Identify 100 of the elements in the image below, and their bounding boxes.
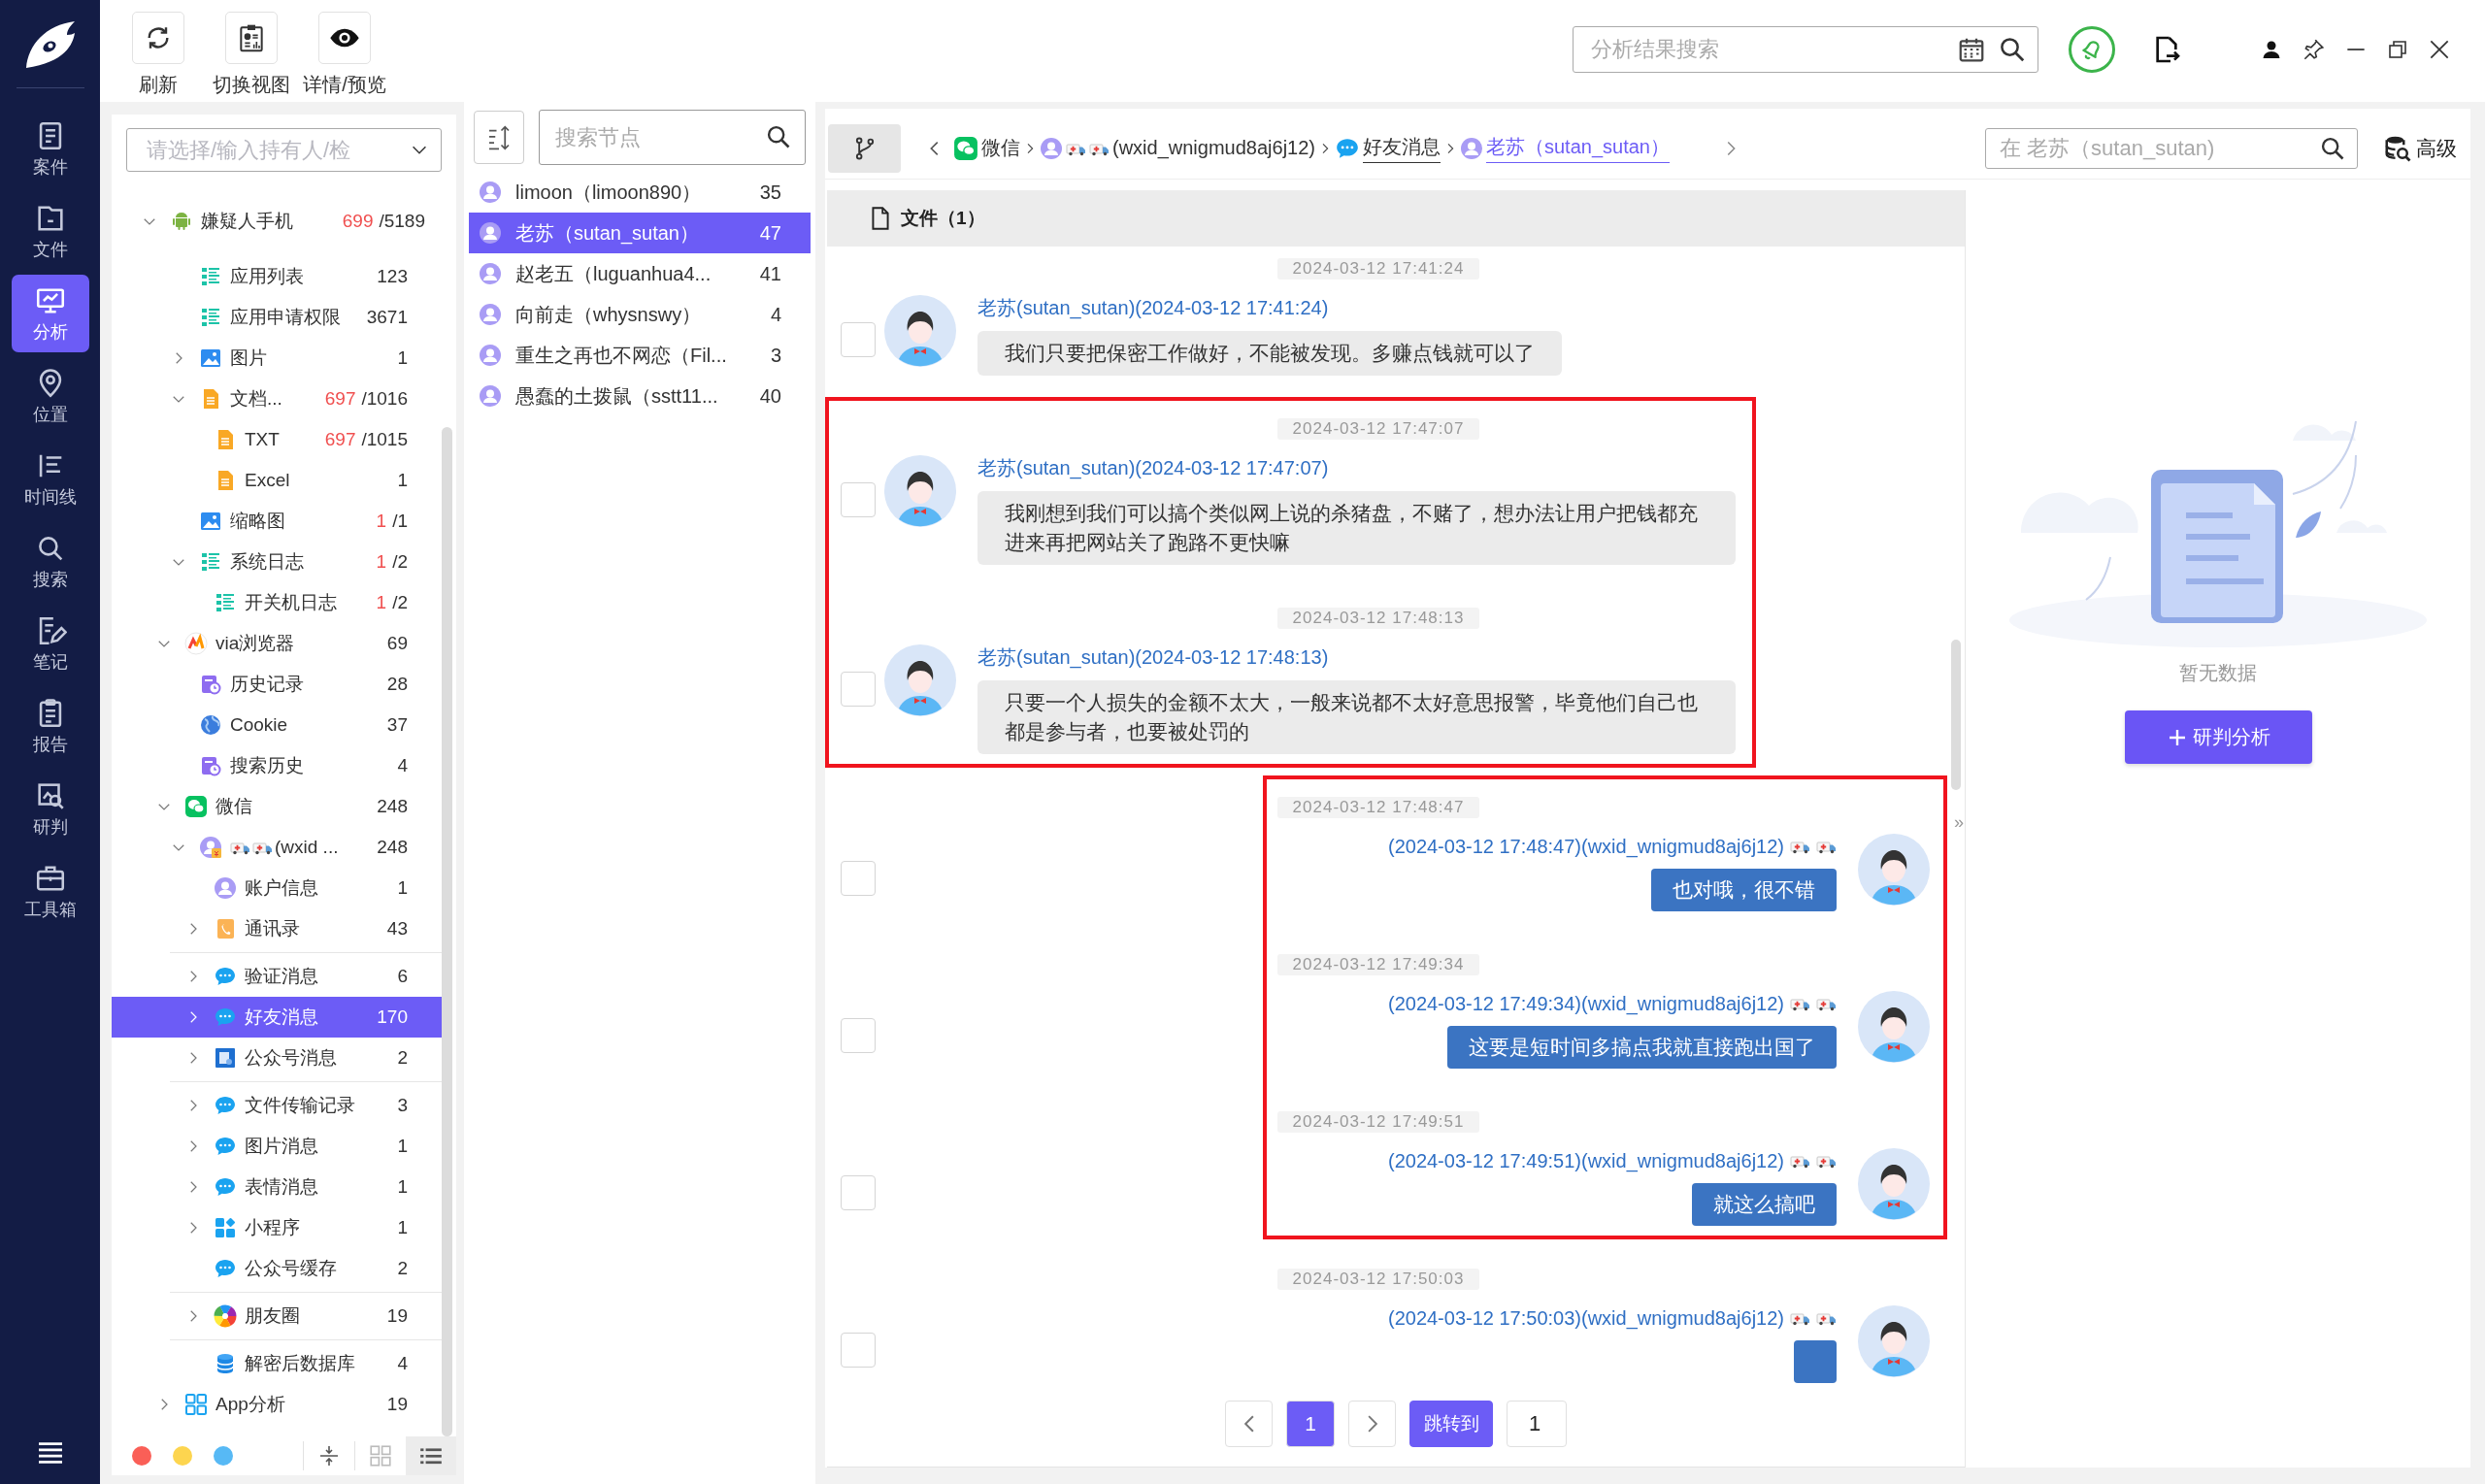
bell-icon[interactable] xyxy=(2068,25,2116,74)
search-icon[interactable] xyxy=(1998,35,2027,64)
file-tab[interactable]: 文件（1） xyxy=(868,206,985,231)
toolbar-button[interactable]: 切换视图 xyxy=(207,12,296,98)
nav-item[interactable]: 报告 xyxy=(11,687,89,765)
checkbox[interactable] xyxy=(841,1333,876,1368)
tree-item[interactable]: 通讯录 43 xyxy=(112,908,442,949)
breadcrumb-item[interactable]: 老苏（sutan_sutan） xyxy=(1460,134,1670,163)
tree-item[interactable]: 验证消息 6 xyxy=(112,956,442,997)
message-header: (2024-03-12 17:48:47)(wxid_wnigmud8aj6j12) xyxy=(1387,835,1784,859)
select-field[interactable]: 请选择/输入持有人/检 xyxy=(126,128,442,172)
tree-item[interactable]: 表情消息 1 xyxy=(112,1167,442,1207)
ambulance-icon xyxy=(1089,141,1110,156)
tree-item[interactable]: 好友消息 170 xyxy=(112,997,442,1038)
search-field[interactable]: 搜索节点 xyxy=(539,110,806,165)
tree-item[interactable]: 嫌疑人手机 699 /5189 xyxy=(112,201,442,242)
avatar-icon xyxy=(884,455,956,527)
tree-item[interactable]: 公众号消息 2 xyxy=(112,1038,442,1078)
breadcrumb-item[interactable]: 好友消息 xyxy=(1335,134,1441,163)
color-dot[interactable] xyxy=(214,1446,233,1466)
nav-item[interactable]: 研判 xyxy=(11,770,89,847)
page-input-field[interactable]: 1 xyxy=(1507,1401,1567,1447)
jump-button[interactable]: 跳转到 xyxy=(1409,1401,1493,1447)
tree-item[interactable]: 系统日志 1 /2 xyxy=(112,542,442,582)
tree-item[interactable]: 小程序 1 xyxy=(112,1207,442,1248)
tree-item[interactable]: 图片消息 1 xyxy=(112,1126,442,1167)
tree-item[interactable]: 朋友圈 19 xyxy=(112,1296,442,1336)
nav-item[interactable]: 笔记 xyxy=(11,605,89,682)
contact-item[interactable]: 愚蠢的土拨鼠（sstt11... 40 xyxy=(469,376,811,416)
tree-item[interactable]: Cookie 37 xyxy=(112,705,442,745)
toolbar-button[interactable]: 详情/预览 xyxy=(300,12,389,98)
browser-icon xyxy=(184,632,208,655)
avatar-icon xyxy=(884,644,956,716)
tree-item[interactable]: (wxid ... 248 xyxy=(112,827,442,868)
restore-icon[interactable] xyxy=(2386,38,2409,61)
tree-item[interactable]: App分析 19 xyxy=(112,1384,442,1425)
scrollbar[interactable] xyxy=(1951,640,1961,790)
tree-item[interactable]: 微信 248 xyxy=(112,786,442,827)
tree-item[interactable]: 应用列表 123 xyxy=(112,256,442,297)
tree-item[interactable]: 历史记录 28 xyxy=(112,664,442,705)
article-icon xyxy=(214,1046,237,1070)
nav-item[interactable]: 搜索 xyxy=(11,522,89,600)
grid-view-icon xyxy=(368,1443,393,1468)
contact-item[interactable]: 向前走（whysnswy） 4 xyxy=(469,294,811,335)
advanced-search-button[interactable]: 高级 xyxy=(2383,134,2457,163)
tree-item[interactable]: Excel 1 xyxy=(112,460,442,501)
tree-item[interactable]: 搜索历史 4 xyxy=(112,745,442,786)
checkbox[interactable] xyxy=(841,482,876,517)
checkbox[interactable] xyxy=(841,1175,876,1210)
nav-item[interactable]: 工具箱 xyxy=(11,852,89,930)
ambulance-icon xyxy=(1790,1153,1810,1169)
search-field[interactable]: 分析结果搜索 xyxy=(1573,26,2038,73)
nav-item[interactable]: 案件 xyxy=(11,110,89,187)
checkbox[interactable] xyxy=(841,672,876,707)
checkbox[interactable] xyxy=(841,322,876,357)
breadcrumb-item[interactable]: (wxid_wnigmud8aj6j12) xyxy=(1040,136,1315,161)
empty-state-text: 暂无数据 xyxy=(2179,661,2257,685)
avatar-icon xyxy=(479,303,502,326)
contact-item[interactable]: 老苏（sutan_sutan） 47 xyxy=(469,213,811,253)
search-icon[interactable] xyxy=(2319,135,2346,162)
tree-item[interactable]: 缩略图 1 /1 xyxy=(112,501,442,542)
sort-button[interactable] xyxy=(474,111,524,164)
color-dot[interactable] xyxy=(173,1446,192,1466)
contact-item[interactable]: 赵老五（luguanhua4... 41 xyxy=(469,253,811,294)
checkbox[interactable] xyxy=(841,861,876,896)
nav-item[interactable]: 位置 xyxy=(11,357,89,435)
tree-item[interactable]: 账户信息 1 xyxy=(112,868,442,908)
list-icon xyxy=(199,265,222,288)
tree-item[interactable]: 公众号缓存 2 xyxy=(112,1248,442,1289)
toolbar-button[interactable]: 刷新 xyxy=(114,12,203,98)
breadcrumb-item[interactable]: 微信 xyxy=(953,134,1020,163)
tree-item[interactable]: 图片 1 xyxy=(112,338,442,379)
analyze-button[interactable]: 研判分析 xyxy=(2124,710,2312,764)
search-field[interactable]: 在 老苏（sutan_sutan) xyxy=(1985,128,2358,169)
tree-item[interactable]: TXT 697 /1015 xyxy=(112,419,442,460)
tree-item[interactable]: 开关机日志 1 /2 xyxy=(112,582,442,623)
search-icon[interactable] xyxy=(765,123,792,150)
ambulance-icon xyxy=(1816,1153,1837,1169)
tree-item[interactable]: 解密后数据库 4 xyxy=(112,1343,442,1384)
contact-item[interactable]: limoon（limoon890） 35 xyxy=(469,172,811,213)
message-bubble: 我刚想到我们可以搞个类似网上说的杀猪盘，不赌了，想办法让用户把钱都充进来再把网站关了跑路不更快嘛 xyxy=(977,491,1736,565)
tree-item[interactable]: 文件传输记录 3 xyxy=(112,1085,442,1126)
nav-item[interactable]: 时间线 xyxy=(11,440,89,517)
avatar-icon xyxy=(1858,1305,1930,1377)
contact-item[interactable]: 重生之再也不网恋（Fil... 3 xyxy=(469,335,811,376)
checkbox[interactable] xyxy=(841,1018,876,1053)
tree-item[interactable]: 文档... 697 /1016 xyxy=(112,379,442,419)
nav-item[interactable]: 文件 xyxy=(11,192,89,270)
avatar-icon xyxy=(214,876,237,900)
view-toggle-button[interactable] xyxy=(406,1436,456,1475)
message-header: (2024-03-12 17:49:34)(wxid_wnigmud8aj6j12) xyxy=(1387,992,1784,1016)
tree-item[interactable]: via浏览器 69 xyxy=(112,623,442,664)
color-dot[interactable] xyxy=(132,1446,151,1466)
timestamp: 2024-03-12 17:47:07 xyxy=(1276,418,1480,440)
tree-item[interactable]: 应用申请权限 3671 xyxy=(112,297,442,338)
scrollbar[interactable] xyxy=(442,427,452,1436)
branch-button[interactable] xyxy=(828,124,901,173)
avatar-icon xyxy=(199,836,222,859)
page-button[interactable]: 1 xyxy=(1286,1401,1335,1447)
nav-item[interactable]: 分析 xyxy=(11,275,89,352)
